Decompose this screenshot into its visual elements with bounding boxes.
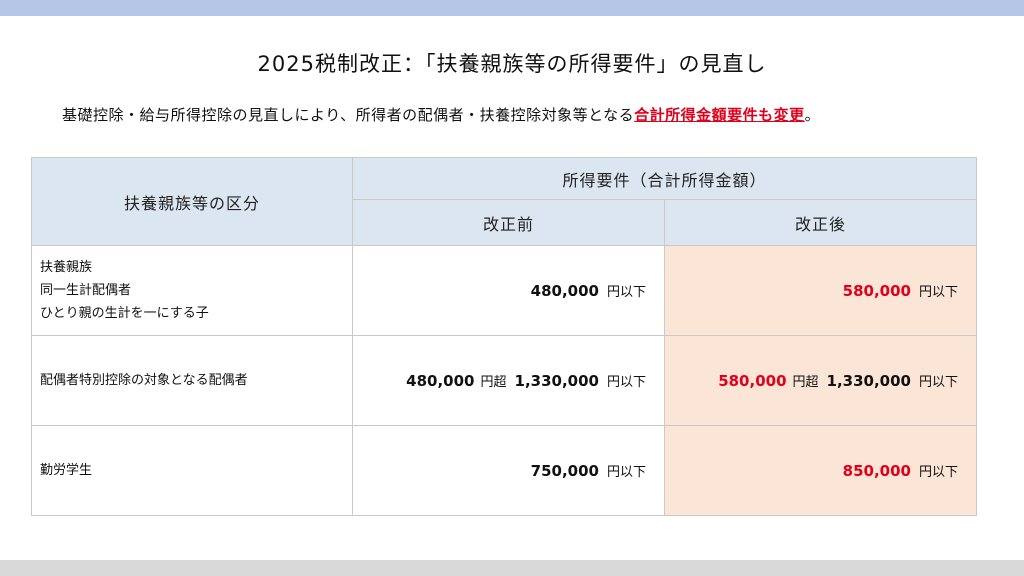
before-upper-amount: 1,330,000 [514,372,599,390]
after-value-cell: 580,000 円超 1,330,000 円以下 [663,335,978,426]
category-line: 勤労学生 [40,463,93,478]
before-header: 改正前 [352,199,665,246]
after-header: 改正後 [663,199,978,246]
before-unit: 円以下 [606,375,646,390]
after-upper-amount: 1,330,000 [826,372,911,390]
income-requirement-table: 扶養親族等の区分 所得要件（合計所得金額） 改正前 改正後 扶養親族 同一生計配… [31,157,978,516]
category-line: ひとり親の生計を一にする子 [40,306,209,321]
before-amount: 480,000 [530,282,599,300]
category-cell: 配偶者特別控除の対象となる配偶者 [31,335,353,426]
table-row: 配偶者特別控除の対象となる配偶者 480,000 円超 1,330,000 円以下 5… [31,335,978,426]
category-header: 扶養親族等の区分 [31,157,353,246]
table-row: 勤労学生 750,000 円以下 850,000 円以下 [31,425,978,516]
category-line: 同一生計配偶者 [40,283,132,298]
category-line: 配偶者特別控除の対象となる配偶者 [40,373,248,388]
after-unit: 円以下 [919,285,959,300]
bottom-accent-bar [0,560,1024,576]
before-unit: 円以下 [606,285,646,300]
before-value-cell: 480,000 円以下 [352,245,665,336]
top-accent-bar [0,0,1024,16]
table-row: 扶養親族 同一生計配偶者 ひとり親の生計を一にする子 480,000 円以下 58… [31,245,978,336]
after-lower-amount: 580,000 [718,372,787,390]
after-value-cell: 850,000 円以下 [663,425,978,516]
requirement-header: 所得要件（合計所得金額） [351,157,978,200]
before-value-cell: 750,000 円以下 [352,425,665,516]
before-unit: 円以下 [606,465,646,480]
before-lower-amount: 480,000 [406,372,475,390]
after-unit: 円以下 [919,375,959,390]
slide-subtitle: 基礎控除・給与所得控除の見直しにより、所得者の配偶者・扶養控除対象等となる合計所… [62,104,1002,125]
after-amount: 580,000 [842,282,911,300]
category-cell: 勤労学生 [31,425,353,516]
category-line: 扶養親族 [40,260,93,275]
after-amount: 850,000 [842,462,911,480]
after-value-cell: 580,000 円以下 [663,245,978,336]
subtitle-end: 。 [804,106,821,124]
subtitle-emphasis: 合計所得金額要件も変更 [634,106,805,124]
subtitle-text: 基礎控除・給与所得控除の見直しにより、所得者の配偶者・扶養控除対象等となる [62,106,635,124]
slide-title: 2025税制改正：「扶養親族等の所得要件」の見直し [257,52,767,77]
before-value-cell: 480,000 円超 1,330,000 円以下 [352,335,665,426]
after-over-label: 円超 [792,375,819,390]
before-over-label: 円超 [480,375,507,390]
category-cell: 扶養親族 同一生計配偶者 ひとり親の生計を一にする子 [31,245,353,336]
after-unit: 円以下 [919,465,959,480]
before-amount: 750,000 [530,462,599,480]
